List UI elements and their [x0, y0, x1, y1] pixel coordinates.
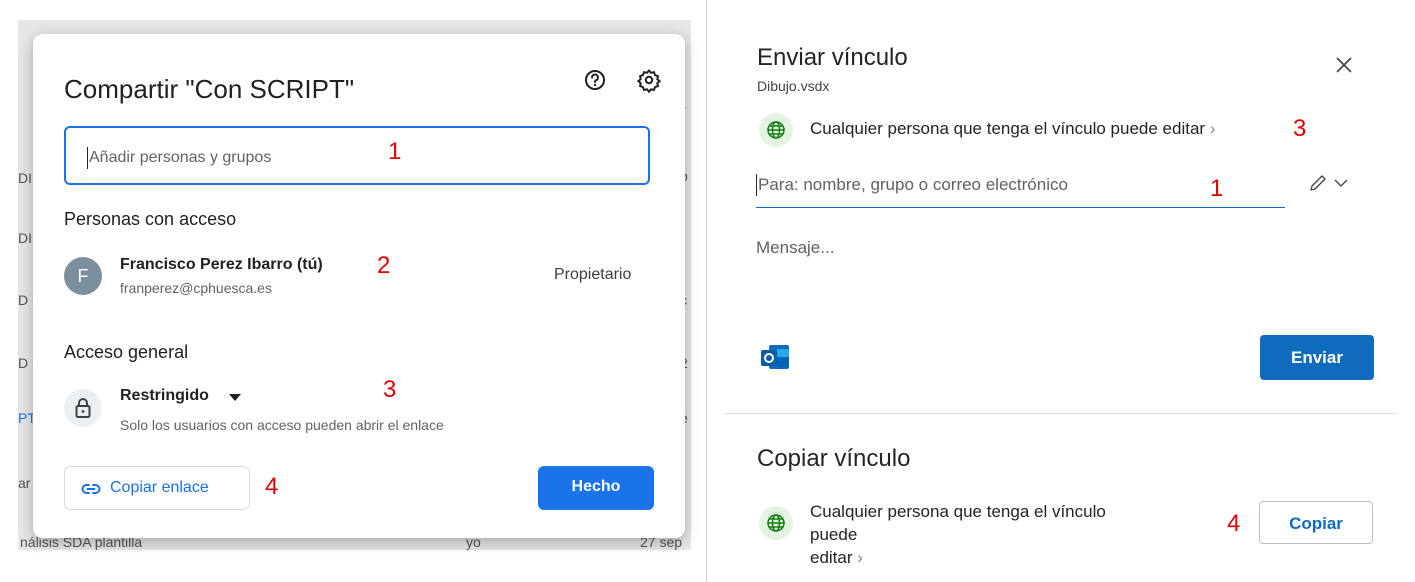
chevron-down-icon[interactable] [229, 394, 241, 401]
permission-text-line2: editar [810, 548, 853, 567]
copy-link-button[interactable]: Copiar enlace [64, 466, 250, 510]
google-share-panel: DI DI D S D S PT ar a p t c 2 e t nálisi… [0, 0, 707, 582]
done-button[interactable]: Hecho [538, 466, 654, 510]
microsoft-share-panel: Enviar vínculo Dibujo.vsdx Cualquier per… [707, 0, 1415, 582]
dialog-title: Compartir "Con SCRIPT" [64, 74, 355, 104]
done-label: Hecho [571, 478, 621, 495]
access-level-dropdown[interactable]: Restringido [120, 387, 209, 405]
link-icon [81, 479, 101, 504]
annotation-marker: 1 [388, 138, 402, 165]
text-cursor [756, 174, 757, 196]
bg-fragment: DI [18, 170, 32, 186]
add-people-input[interactable]: Añadir personas y grupos [64, 126, 650, 185]
message-field[interactable]: Mensaje... [756, 238, 834, 258]
permission-text-line1: Cualquier persona que tenga el vínculo p… [810, 502, 1106, 544]
help-icon[interactable] [581, 66, 609, 94]
send-button[interactable]: Enviar [1260, 335, 1374, 380]
file-name: Dibujo.vsdx [757, 78, 830, 94]
copy-link-permission-setting[interactable]: Cualquier persona que tenga el vínculo p… [810, 500, 1130, 569]
annotation-marker: 4 [1227, 510, 1241, 537]
copy-link-title: Copiar vínculo [757, 445, 911, 472]
annotation-marker: 3 [1293, 115, 1307, 142]
link-permission-setting[interactable]: Cualquier persona que tenga el vínculo p… [810, 119, 1215, 139]
outlook-icon[interactable] [757, 339, 793, 375]
globe-icon [759, 113, 793, 147]
owner-role-label: Propietario [554, 266, 632, 283]
copy-label: Copiar [1289, 514, 1343, 533]
access-description: Solo los usuarios con acceso pueden abri… [120, 417, 444, 433]
annotation-marker: 3 [383, 376, 397, 403]
annotation-marker: 1 [1210, 175, 1224, 202]
pencil-icon[interactable] [1307, 172, 1329, 194]
annotation-marker: 4 [265, 473, 279, 500]
divider [725, 413, 1397, 414]
annotation-marker: 2 [377, 252, 391, 279]
people-with-access-heading: Personas con acceso [64, 209, 237, 229]
recipient-input[interactable]: Para: nombre, grupo o correo electrónico [756, 167, 1285, 208]
chevron-right-icon: › [857, 548, 863, 567]
person-name: Francisco Perez Ibarro (tú) [120, 256, 323, 273]
recipient-placeholder: Para: nombre, grupo o correo electrónico [758, 175, 1068, 194]
permission-text: Cualquier persona que tenga el vínculo p… [810, 119, 1206, 138]
chevron-right-icon: › [1209, 119, 1216, 138]
add-people-placeholder: Añadir personas y grupos [89, 149, 272, 166]
bg-fragment: ar [18, 475, 31, 491]
send-link-title: Enviar vínculo [757, 44, 908, 71]
person-email: franperez@cphuesca.es [120, 280, 272, 296]
send-label: Enviar [1291, 348, 1343, 367]
avatar: F [64, 257, 102, 295]
copy-button[interactable]: Copiar [1259, 501, 1373, 544]
globe-icon [759, 506, 793, 540]
text-cursor [87, 147, 88, 169]
share-dialog: Compartir "Con SCRIPT" Añadir personas y… [33, 34, 685, 538]
general-access-heading: Acceso general [64, 342, 189, 362]
bg-fragment: DI [18, 230, 32, 246]
lock-icon [64, 389, 102, 427]
close-icon[interactable] [1331, 52, 1357, 78]
chevron-down-icon[interactable] [1333, 175, 1349, 191]
gear-icon[interactable] [635, 66, 663, 94]
copy-link-label: Copiar enlace [110, 479, 209, 496]
